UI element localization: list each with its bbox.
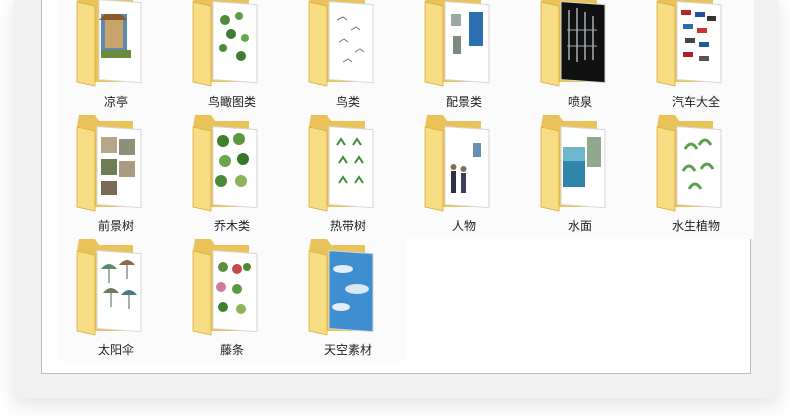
folder-icon (308, 115, 374, 212)
folder-label: 天空素材 (323, 343, 372, 357)
folder-item-niaokan[interactable]: 鸟瞰图类 (174, 0, 290, 115)
folder-item-niaolei[interactable]: 鸟类 (290, 0, 406, 115)
folder-row: 凉亭 鸟瞰图类 鸟类 配景类 喷泉 汽车大全 (58, 0, 754, 115)
folder-label: 太阳伞 (97, 343, 134, 357)
folder-icon (540, 0, 606, 87)
folder-item-taiyangsan[interactable]: 太阳伞 (58, 239, 174, 361)
folder-label: 配景类 (445, 95, 482, 109)
folder-label: 藤条 (219, 343, 244, 357)
folder-item-shuimian[interactable]: 水面 (522, 115, 638, 239)
folder-item-shuisheng[interactable]: 水生植物 (638, 115, 754, 239)
folder-item-peijing[interactable]: 配景类 (406, 0, 522, 115)
folder-icon (424, 115, 490, 212)
folder-label: 鸟类 (335, 95, 360, 109)
folder-label: 人物 (451, 219, 476, 233)
folder-item-liangting[interactable]: 凉亭 (58, 0, 174, 115)
folder-item-qianjingshu[interactable]: 前景树 (58, 115, 174, 239)
folder-icon (76, 115, 142, 212)
folder-label: 水面 (567, 219, 592, 233)
folder-label: 鸟瞰图类 (207, 95, 256, 109)
folder-label: 汽车大全 (671, 95, 720, 109)
folder-item-tiankong[interactable]: 天空素材 (290, 239, 406, 361)
folder-item-qiaomu[interactable]: 乔木类 (174, 115, 290, 239)
folder-grid: 凉亭 鸟瞰图类 鸟类 配景类 喷泉 汽车大全 前景树 乔木类 热带树 人物 水面… (58, 0, 754, 363)
folder-label: 热带树 (329, 219, 366, 233)
folder-item-qiche[interactable]: 汽车大全 (638, 0, 754, 115)
folder-label: 凉亭 (103, 95, 128, 109)
folder-icon (308, 0, 374, 87)
folder-label: 乔木类 (213, 219, 250, 233)
folder-icon (192, 0, 258, 87)
folder-icon (656, 115, 722, 212)
folder-icon (76, 0, 142, 87)
folder-row: 前景树 乔木类 热带树 人物 水面 水生植物 (58, 115, 754, 239)
folder-icon (540, 115, 606, 212)
folder-item-redaishu[interactable]: 热带树 (290, 115, 406, 239)
folder-item-renwu[interactable]: 人物 (406, 115, 522, 239)
folder-label: 喷泉 (567, 95, 592, 109)
folder-icon (656, 0, 722, 87)
folder-icon (192, 239, 258, 336)
folder-label: 水生植物 (671, 219, 720, 233)
folder-icon (424, 0, 490, 87)
folder-icon (308, 239, 374, 336)
folder-label: 前景树 (97, 219, 134, 233)
folder-item-penquan[interactable]: 喷泉 (522, 0, 638, 115)
folder-row: 太阳伞 藤条 天空素材 (58, 239, 754, 363)
folder-icon (76, 239, 142, 336)
folder-icon (192, 115, 258, 212)
folder-item-tengtiao[interactable]: 藤条 (174, 239, 290, 361)
